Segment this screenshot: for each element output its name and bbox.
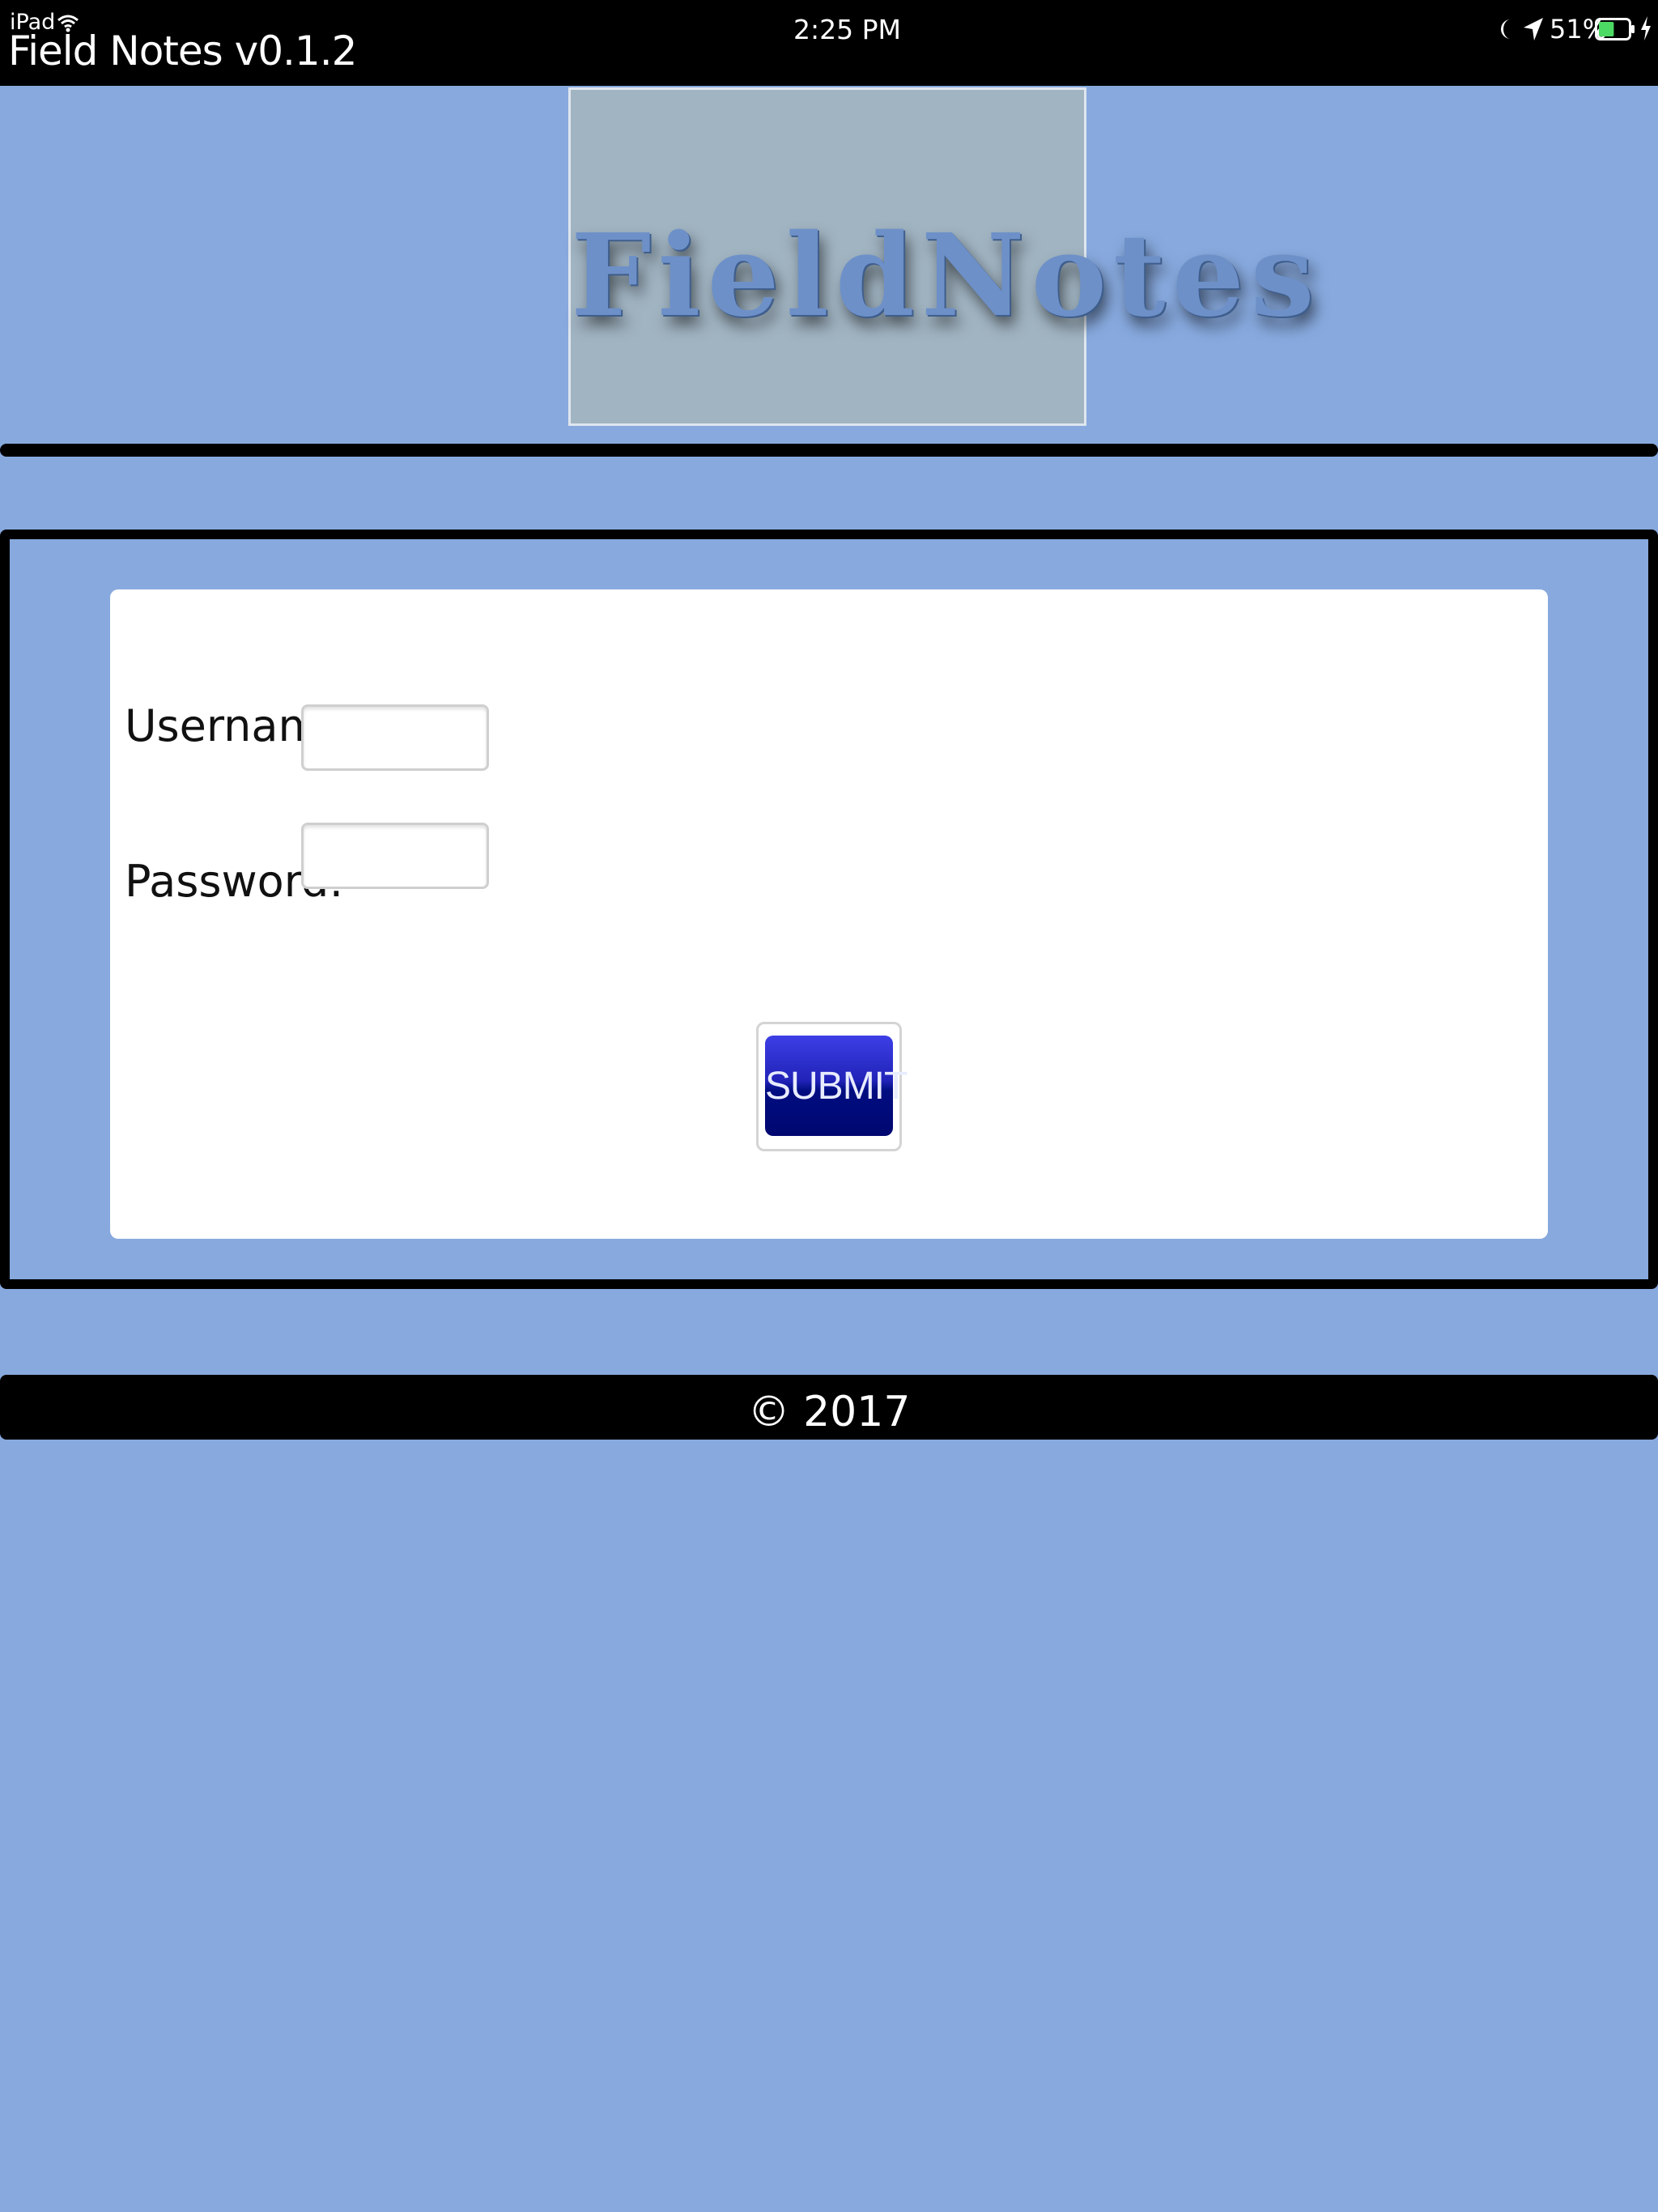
login-card: Username: Password: SUBMIT [110, 589, 1548, 1239]
status-time: 2:25 PM [793, 14, 901, 45]
status-bar: iPad Field Notes v0.1.2 2:25 PM 51% [0, 0, 1658, 86]
charging-bolt-icon [1641, 16, 1651, 40]
location-arrow-icon [1524, 18, 1543, 40]
submit-button[interactable]: SUBMIT [765, 1036, 908, 1136]
battery-icon [1595, 18, 1635, 40]
header-divider [0, 444, 1658, 457]
logo-banner: FieldNotes [568, 87, 1321, 426]
submit-button-frame: SUBMIT [756, 1022, 908, 1151]
footer: © 2017 [0, 1375, 1658, 1440]
moon-icon [1501, 19, 1511, 39]
username-input[interactable] [301, 704, 489, 771]
password-input[interactable] [301, 823, 489, 889]
copyright-text: © 2017 [747, 1388, 911, 1436]
page: iPad Field Notes v0.1.2 2:25 PM 51% Fiel… [0, 0, 1658, 2212]
app-title: Field Notes v0.1.2 [8, 28, 357, 74]
logo-text: FieldNotes [571, 210, 1321, 342]
battery-fill [1599, 22, 1614, 36]
